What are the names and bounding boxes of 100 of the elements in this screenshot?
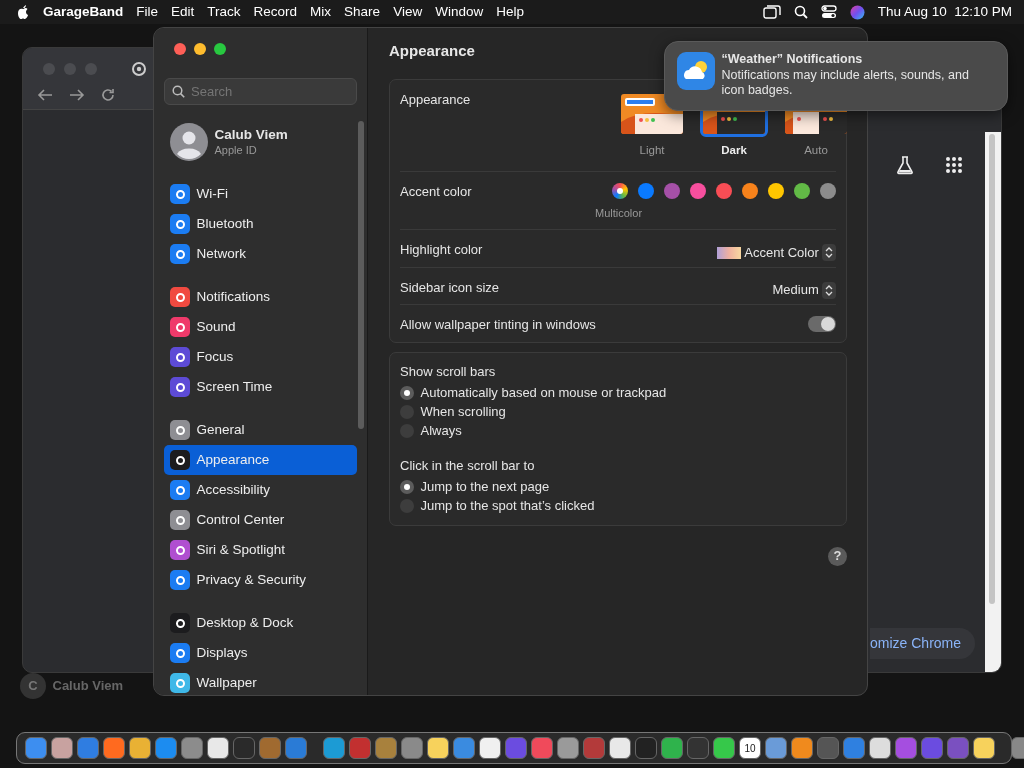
- stepper-icon[interactable]: [822, 244, 836, 261]
- avatar: C: [20, 673, 46, 699]
- option-label: Dark: [721, 142, 747, 158]
- sidebar-item[interactable]: Accessibility: [164, 475, 357, 505]
- apple-icon: [16, 4, 30, 20]
- app-icon[interactable]: [765, 737, 787, 759]
- account-name[interactable]: Calub Viem: [214, 126, 288, 144]
- sidebar-item[interactable]: Screen Time: [164, 372, 357, 402]
- search-icon: [172, 85, 185, 98]
- scrollbar[interactable]: [358, 121, 364, 429]
- setting-label: Appearance: [400, 90, 471, 109]
- window-control[interactable]: [214, 43, 226, 55]
- popup-value[interactable]: Accent Color: [744, 242, 819, 263]
- sidebar-item[interactable]: Appearance: [164, 445, 357, 475]
- radio-option[interactable]: When scrolling: [400, 402, 836, 421]
- app-icon[interactable]: [661, 737, 683, 759]
- option-label: Light: [639, 142, 665, 158]
- weather-app-icon: [677, 52, 715, 90]
- app-icon[interactable]: [869, 737, 891, 759]
- sidebar-item[interactable]: General: [164, 415, 357, 445]
- radio-option[interactable]: Jump to the next page: [400, 477, 836, 497]
- menu-item[interactable]: Help: [496, 1, 524, 23]
- customize-chrome-button[interactable]: omize Chrome: [870, 628, 976, 659]
- back-icon[interactable]: [37, 88, 53, 102]
- menu-item[interactable]: Record: [253, 1, 298, 23]
- option-label: Auto: [804, 142, 828, 158]
- sidebar-item[interactable]: Focus: [164, 342, 357, 372]
- profile-name: Calub Viem: [52, 677, 124, 696]
- apps-grid-icon[interactable]: [945, 156, 963, 174]
- sidebar-item[interactable]: Displays: [164, 638, 357, 668]
- color-swatch[interactable]: [768, 182, 784, 199]
- window-control[interactable]: [174, 43, 186, 55]
- app-icon[interactable]: [51, 737, 73, 759]
- section-label: Click in the scroll bar to: [400, 457, 536, 475]
- account-subtitle: Apple ID: [214, 143, 258, 158]
- reload-icon[interactable]: [101, 88, 115, 102]
- setting-label: Allow wallpaper tinting in windows: [400, 315, 596, 334]
- menu-item[interactable]: Share: [344, 1, 381, 23]
- menu-clock[interactable]: Thu Aug 10 12:10 PM: [877, 1, 1012, 23]
- menu-item[interactable]: File: [136, 1, 159, 23]
- app-icon[interactable]: 10: [739, 737, 761, 759]
- popup-value[interactable]: Medium: [772, 280, 819, 300]
- color-swatch[interactable]: [612, 182, 628, 199]
- menu-item[interactable]: Track: [207, 1, 241, 23]
- sidebar-item[interactable]: Privacy & Security: [164, 565, 357, 595]
- section-label: Show scroll bars: [400, 362, 497, 381]
- app-menu[interactable]: GarageBand: [43, 1, 124, 23]
- color-swatch[interactable]: [664, 182, 680, 199]
- app-icon[interactable]: [427, 737, 449, 759]
- app-icon[interactable]: [479, 737, 501, 759]
- search-field[interactable]: Search: [164, 78, 357, 105]
- menu-item[interactable]: View: [393, 1, 423, 23]
- window-control[interactable]: [194, 43, 206, 55]
- setting-label: Accent color: [400, 182, 472, 201]
- toggle-switch[interactable]: [808, 315, 836, 332]
- app-icon[interactable]: [129, 737, 151, 759]
- sidebar-item[interactable]: Wi-Fi: [164, 179, 357, 209]
- page-title: Appearance: [389, 42, 475, 59]
- color-caption: Multicolor: [595, 205, 644, 221]
- help-button[interactable]: ?: [828, 546, 847, 566]
- sidebar-item[interactable]: Wallpaper: [164, 668, 357, 695]
- color-swatch[interactable]: [820, 182, 836, 199]
- menu-item[interactable]: Window: [435, 1, 484, 23]
- menu-item[interactable]: Mix: [310, 1, 332, 23]
- sidebar-item[interactable]: Network: [164, 239, 357, 269]
- chrome-icon[interactable]: [132, 62, 146, 76]
- sidebar-item[interactable]: Notifications: [164, 282, 357, 312]
- menu-item[interactable]: Edit: [171, 1, 195, 23]
- color-swatch[interactable]: [690, 182, 706, 199]
- sidebar-item[interactable]: Bluetooth: [164, 209, 357, 239]
- radio-option[interactable]: Automatically based on mouse or trackpad: [400, 383, 836, 402]
- radio-option[interactable]: Always: [400, 421, 836, 440]
- color-preview: [717, 246, 742, 259]
- app-icon[interactable]: [713, 737, 735, 759]
- notification-title: “Weather” Notifications: [721, 52, 864, 68]
- sidebar-item[interactable]: Control Center: [164, 505, 357, 535]
- app-icon[interactable]: [791, 737, 813, 759]
- radio-option[interactable]: Jump to the spot that’s clicked: [400, 496, 836, 516]
- windows-icon[interactable]: [762, 5, 781, 19]
- stepper-icon[interactable]: [822, 281, 836, 299]
- toggles-icon[interactable]: [820, 5, 837, 19]
- app-icon[interactable]: [973, 737, 995, 759]
- user-avatar-icon[interactable]: [170, 123, 208, 161]
- orb-icon[interactable]: [849, 4, 865, 20]
- app-icon[interactable]: [207, 737, 229, 759]
- flask-icon[interactable]: [895, 155, 915, 175]
- color-swatch[interactable]: [716, 182, 732, 199]
- color-swatch[interactable]: [742, 182, 758, 199]
- sidebar-item[interactable]: Siri & Spotlight: [164, 535, 357, 565]
- search-icon[interactable]: [793, 5, 808, 19]
- app-icon[interactable]: [609, 737, 631, 759]
- color-swatch[interactable]: [638, 182, 654, 199]
- sidebar-item[interactable]: Sound: [164, 312, 357, 342]
- notification-body: Notifications may include alerts, sounds, and icon badges.: [721, 67, 970, 99]
- sidebar-item[interactable]: Desktop & Dock: [164, 608, 357, 638]
- scrollbar[interactable]: [989, 134, 995, 604]
- app-icon[interactable]: [557, 737, 579, 759]
- color-swatch[interactable]: [794, 182, 810, 199]
- forward-icon[interactable]: [69, 88, 85, 102]
- notification-toast[interactable]: “Weather” Notifications Notifications may include alerts, sounds, and icon badges.: [664, 41, 1008, 111]
